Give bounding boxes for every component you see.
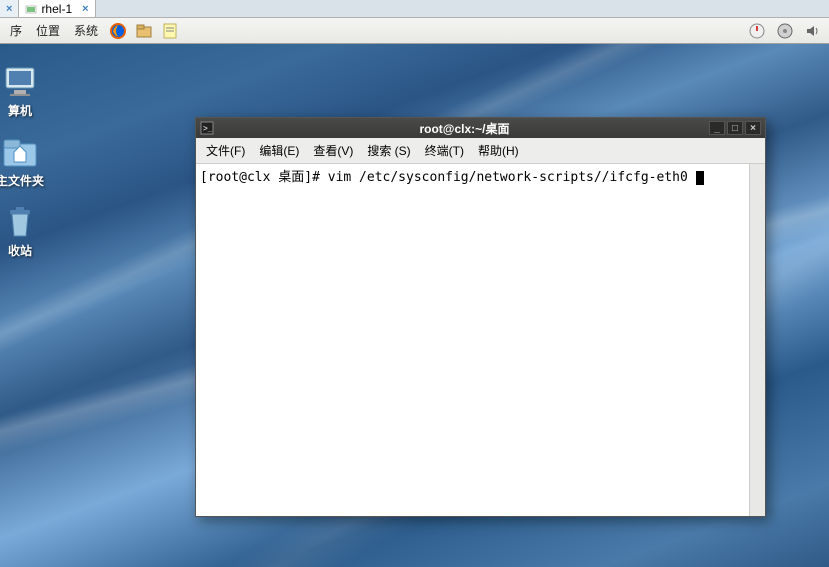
maximize-button[interactable]: □ bbox=[727, 121, 743, 135]
close-button[interactable]: × bbox=[745, 121, 761, 135]
terminal-titlebar[interactable]: >_ root@clx:~/桌面 _ □ × bbox=[196, 118, 765, 138]
disk-icon[interactable] bbox=[775, 21, 795, 41]
firefox-icon[interactable] bbox=[108, 21, 128, 41]
terminal-prompt-text: [root@clx 桌面]# vim /etc/sysconfig/networ… bbox=[200, 170, 696, 185]
svg-text:>_: >_ bbox=[203, 124, 213, 133]
terminal-body: [root@clx 桌面]# vim /etc/sysconfig/networ… bbox=[196, 164, 765, 516]
desktop-icon-label: 算机 bbox=[0, 102, 50, 119]
scrollbar[interactable] bbox=[749, 164, 765, 516]
trash-icon bbox=[0, 204, 40, 240]
vm-tab-bar: × rhel-1 × bbox=[0, 0, 829, 18]
close-icon[interactable]: × bbox=[82, 3, 88, 15]
gnome-panel: 序 位置 系统 bbox=[0, 18, 829, 44]
menu-edit[interactable]: 编辑(E) bbox=[253, 140, 305, 161]
menu-search[interactable]: 搜索 (S) bbox=[361, 140, 416, 161]
computer-icon bbox=[0, 64, 40, 100]
menu-terminal[interactable]: 终端(T) bbox=[419, 140, 470, 161]
desktop-icon-label: 收站 bbox=[0, 242, 50, 259]
panel-left: 序 位置 系统 bbox=[4, 20, 182, 41]
vm-icon bbox=[25, 4, 37, 14]
volume-icon[interactable] bbox=[803, 21, 823, 41]
desktop-icon-computer[interactable]: 算机 bbox=[0, 64, 50, 119]
vm-tab-rhel1[interactable]: rhel-1 × bbox=[19, 0, 95, 17]
terminal-window: >_ root@clx:~/桌面 _ □ × 文件(F) 编辑(E) 查看(V)… bbox=[195, 117, 766, 517]
terminal-title: root@clx:~/桌面 bbox=[220, 120, 709, 137]
desktop-icon-label: 主文件夹 bbox=[0, 172, 50, 189]
panel-right bbox=[745, 21, 825, 41]
vm-tab-blank[interactable]: × bbox=[0, 0, 19, 17]
menu-file[interactable]: 文件(F) bbox=[200, 140, 251, 161]
home-folder-icon bbox=[0, 134, 40, 170]
desktop[interactable]: 算机 主文件夹 收站 >_ root@clx:~/桌面 _ □ × 文件(F) … bbox=[0, 44, 829, 567]
vm-tab-label: rhel-1 bbox=[41, 2, 72, 16]
menu-help[interactable]: 帮助(H) bbox=[472, 140, 525, 161]
desktop-icon-trash[interactable]: 收站 bbox=[0, 204, 50, 259]
cpu-meter-icon[interactable] bbox=[747, 21, 767, 41]
terminal-icon: >_ bbox=[200, 121, 214, 135]
close-icon[interactable]: × bbox=[6, 3, 12, 15]
file-manager-icon[interactable] bbox=[134, 21, 154, 41]
terminal-menubar: 文件(F) 编辑(E) 查看(V) 搜索 (S) 终端(T) 帮助(H) bbox=[196, 138, 765, 164]
terminal-content[interactable]: [root@clx 桌面]# vim /etc/sysconfig/networ… bbox=[196, 164, 749, 516]
minimize-button[interactable]: _ bbox=[709, 121, 725, 135]
panel-menu-applications[interactable]: 序 bbox=[4, 20, 28, 41]
cursor-icon bbox=[696, 171, 704, 185]
window-controls: _ □ × bbox=[709, 121, 761, 135]
panel-menu-system[interactable]: 系统 bbox=[68, 20, 104, 41]
panel-menu-places[interactable]: 位置 bbox=[30, 20, 66, 41]
menu-view[interactable]: 查看(V) bbox=[307, 140, 359, 161]
notes-icon[interactable] bbox=[160, 21, 180, 41]
desktop-icon-home[interactable]: 主文件夹 bbox=[0, 134, 50, 189]
